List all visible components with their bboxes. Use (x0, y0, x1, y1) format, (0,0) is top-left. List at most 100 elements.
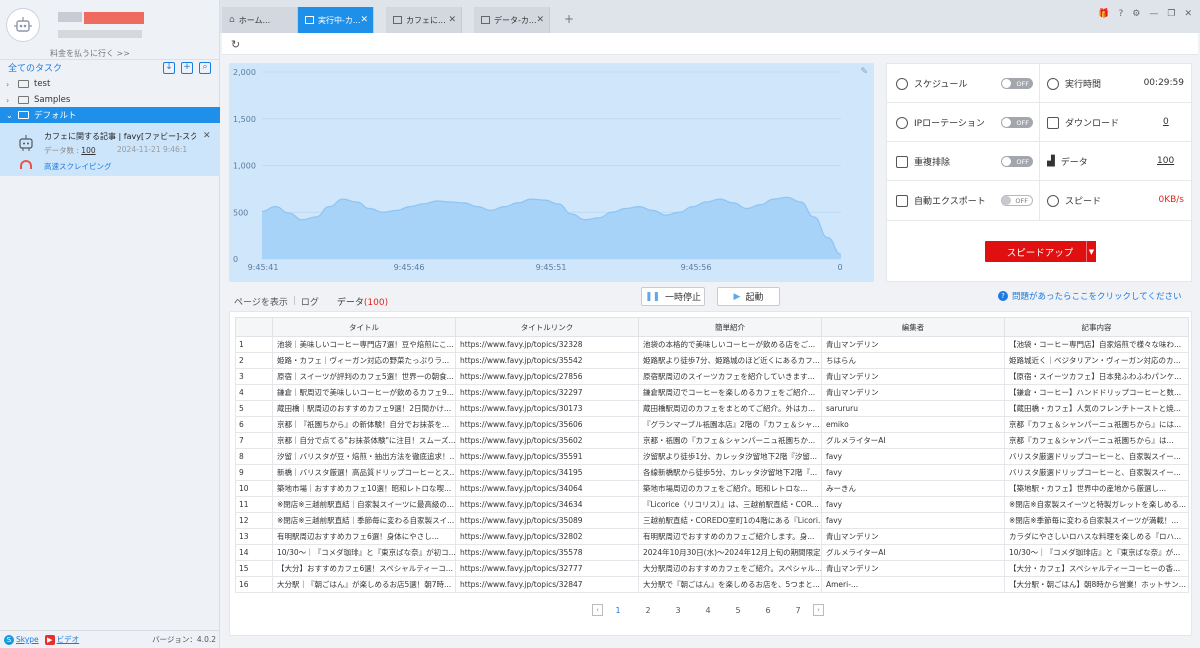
speed-up-button[interactable]: スピードアップ (985, 241, 1095, 262)
page-number[interactable]: 3 (663, 606, 693, 615)
chevron-right-icon[interactable]: › (6, 80, 16, 89)
table-cell[interactable]: 【池袋・コーヒー専門店】自家焙煎で様々な味わ... (1004, 336, 1189, 353)
page-number[interactable]: 6 (753, 606, 783, 615)
maximize-icon[interactable]: ❐ (1167, 9, 1175, 19)
table-cell[interactable]: 京都・祇園の『カフェ＆シャンパーニュ祇園ちか... (638, 432, 822, 449)
tab-data[interactable]: データ-カ... ✕ (474, 7, 550, 33)
table-cell[interactable]: 【築地駅・カフェ】世界中の産地から厳選し... (1004, 480, 1189, 497)
table-cell[interactable]: 姫路駅より徒歩7分、姫路城のほど近くにあるカフ... (638, 352, 822, 369)
table-cell[interactable]: ※閉店※季節毎に変わる自家製スイーツが満載！... (1004, 512, 1189, 529)
close-tab-icon[interactable]: ✕ (448, 15, 456, 25)
table-cell[interactable]: みーきん (821, 480, 1005, 497)
table-cell[interactable]: https://www.favy.jp/topics/35591 (455, 448, 639, 465)
table-cell[interactable]: 【大分】おすすめカフェ6選！スペシャルティーコ... (272, 560, 456, 577)
folder-samples[interactable]: › Samples (0, 92, 220, 108)
close-window-icon[interactable]: ✕ (1184, 9, 1192, 19)
task-item[interactable]: カフェに関する記事 | favy[ファビー]-スク... ✕ データ数 : 10… (0, 123, 220, 176)
table-cell[interactable]: 三越前駅直結・COREDO室町1の4階にある『Licori... (638, 512, 822, 529)
tab-cafe[interactable]: カフェに... ✕ (386, 7, 462, 33)
table-cell[interactable]: https://www.favy.jp/topics/35542 (455, 352, 639, 369)
table-cell[interactable]: 7 (235, 432, 273, 449)
tab-home[interactable]: ⌂ ホーム... (222, 7, 298, 33)
table-cell[interactable]: 青山マンデリン (821, 368, 1005, 385)
page-number[interactable]: 2 (633, 606, 663, 615)
tab-running[interactable]: 実行中-カ... ✕ (298, 7, 374, 33)
table-cell[interactable]: 10/30〜｜『コメダ珈琲』と『東京ばな奈』が初コ... (272, 544, 456, 561)
table-row[interactable]: 16 大分駅｜『朝ごはん』が楽しめるお店5選！朝7時... https://www.… (235, 576, 1189, 593)
new-tab-icon[interactable]: + (564, 12, 574, 26)
table-row[interactable]: 6 京都｜『祇園ちから』の新体験！自分でお抹茶を... https://www.fa… (235, 416, 1189, 433)
table-cell[interactable]: 有明駅周辺でおすすめのカフェご紹介します。身... (638, 528, 822, 545)
table-row[interactable]: 4 鎌倉｜駅周辺で美味しいコーヒーが飲めるカフェ9... https://www.f… (235, 384, 1189, 401)
table-cell[interactable]: 姫路・カフェ｜ヴィーガン対応の野菜たっぷりラ... (272, 352, 456, 369)
table-cell[interactable]: 【大分・カフェ】スペシャルティーコーヒーの香... (1004, 560, 1189, 577)
page-number[interactable]: 7 (783, 606, 813, 615)
table-cell[interactable]: favy (821, 512, 1005, 529)
table-row[interactable]: 15 【大分】おすすめカフェ6選！スペシャルティーコ... https://www.… (235, 560, 1189, 577)
table-cell[interactable]: 築地市場周辺のカフェをご紹介。昭和レトロな... (638, 480, 822, 497)
search-task-icon[interactable]: ⌕ (199, 61, 211, 74)
column-header[interactable]: タイトル (272, 317, 456, 337)
auto-export-toggle[interactable]: OFF (1001, 195, 1033, 206)
data-value[interactable]: 100 (1157, 156, 1174, 166)
column-header[interactable] (235, 317, 273, 337)
table-cell[interactable]: 2 (235, 352, 273, 369)
table-cell[interactable]: 鎌倉駅周辺でコーヒーを楽しめるカフェをご紹介... (638, 384, 822, 401)
help-icon[interactable]: ? (1119, 9, 1124, 19)
table-cell[interactable]: https://www.favy.jp/topics/35602 (455, 432, 639, 449)
table-cell[interactable]: Ameri-... (821, 576, 1005, 593)
table-cell[interactable]: 10 (235, 480, 273, 497)
table-cell[interactable]: ※閉店※三越前駅直結｜自家製スイーツに最高級の... (272, 496, 456, 513)
pause-button[interactable]: ❚❚ 一時停止 (641, 287, 705, 306)
table-cell[interactable]: https://www.favy.jp/topics/35089 (455, 512, 639, 529)
table-cell[interactable]: favy (821, 496, 1005, 513)
ip-rotation-toggle[interactable]: OFF (1001, 117, 1033, 128)
column-header[interactable]: 簡単紹介 (638, 317, 822, 337)
table-cell[interactable]: https://www.favy.jp/topics/34195 (455, 464, 639, 481)
refresh-icon[interactable]: ↻ (231, 38, 240, 51)
table-cell[interactable]: 青山マンデリン (821, 560, 1005, 577)
table-cell[interactable]: https://www.favy.jp/topics/30173 (455, 400, 639, 417)
table-cell[interactable]: 【鎌倉・コーヒー】ハンドドリップコーヒーと数... (1004, 384, 1189, 401)
video-link[interactable]: ▶ ビデオ (44, 634, 79, 645)
dedupe-toggle[interactable]: OFF (1001, 156, 1033, 167)
table-cell[interactable]: 京都『カフェ＆シャンパーニュ祇園ちから』は... (1004, 432, 1189, 449)
table-cell[interactable]: 8 (235, 448, 273, 465)
table-cell[interactable]: バリスタ厳選ドリップコーヒーと、自家製スイー... (1004, 448, 1189, 465)
table-cell[interactable]: https://www.favy.jp/topics/32297 (455, 384, 639, 401)
table-cell[interactable]: ちはらん (821, 352, 1005, 369)
table-cell[interactable]: 蔵田橋｜駅周辺のおすすめカフェ9選！2日間かけ... (272, 400, 456, 417)
folder-test[interactable]: › test (0, 76, 220, 92)
table-row[interactable]: 7 京都｜自分で点てる"お抹茶体験"に注目！スムーズ... https://www.… (235, 432, 1189, 449)
folder-default[interactable]: ⌄ デフォルト (0, 107, 220, 123)
table-cell[interactable]: 3 (235, 368, 273, 385)
table-cell[interactable]: 13 (235, 528, 273, 545)
table-cell[interactable]: 1 (235, 336, 273, 353)
table-cell[interactable]: 9 (235, 464, 273, 481)
help-link[interactable]: ? 問題があったらここをクリックしてください (998, 290, 1182, 302)
import-task-icon[interactable]: ↓ (163, 61, 175, 74)
tab-view-page[interactable]: ページを表示 (234, 295, 288, 308)
tab-log[interactable]: ログ (301, 295, 319, 308)
table-row[interactable]: 2 姫路・カフェ｜ヴィーガン対応の野菜たっぷりラ... https://www.fa… (235, 352, 1189, 369)
table-cell[interactable]: https://www.favy.jp/topics/32847 (455, 576, 639, 593)
table-row[interactable]: 1 池袋｜美味しいコーヒー専門店7選！豆や焙煎にこ... https://www.f… (235, 336, 1189, 353)
table-cell[interactable]: https://www.favy.jp/topics/32802 (455, 528, 639, 545)
table-cell[interactable]: 青山マンデリン (821, 528, 1005, 545)
table-cell[interactable]: 6 (235, 416, 273, 433)
column-header[interactable]: 記事内容 (1004, 317, 1189, 337)
table-cell[interactable]: 14 (235, 544, 273, 561)
table-cell[interactable]: 青山マンデリン (821, 336, 1005, 353)
table-cell[interactable]: 4 (235, 384, 273, 401)
table-row[interactable]: 10 築地市場｜おすすめカフェ10選！昭和レトロな喫... https://www.… (235, 480, 1189, 497)
table-row[interactable]: 14 10/30〜｜『コメダ珈琲』と『東京ばな奈』が初コ... https://ww… (235, 544, 1189, 561)
table-cell[interactable]: 10/30〜｜『コメダ珈琲店』と『東京ばな奈』が... (1004, 544, 1189, 561)
table-cell[interactable]: 原宿｜スイーツが評判のカフェ5選！世界一の朝食... (272, 368, 456, 385)
speed-up-dropdown[interactable]: ▼ (1086, 241, 1096, 262)
table-cell[interactable]: 大分駅｜『朝ごはん』が楽しめるお店5選！朝7時... (272, 576, 456, 593)
table-row[interactable]: 8 汐留｜バリスタが豆・焙煎・抽出方法を徹底追求！... https://www.f… (235, 448, 1189, 465)
close-tab-icon[interactable]: ✕ (536, 15, 544, 25)
table-row[interactable]: 12 ※閉店※三越前駅直結｜季節毎に変わる自家製スイ... https://www.… (235, 512, 1189, 529)
table-cell[interactable]: 大分駅周辺のおすすめカフェをご紹介。スペシャル... (638, 560, 822, 577)
close-tab-icon[interactable]: ✕ (360, 15, 368, 25)
